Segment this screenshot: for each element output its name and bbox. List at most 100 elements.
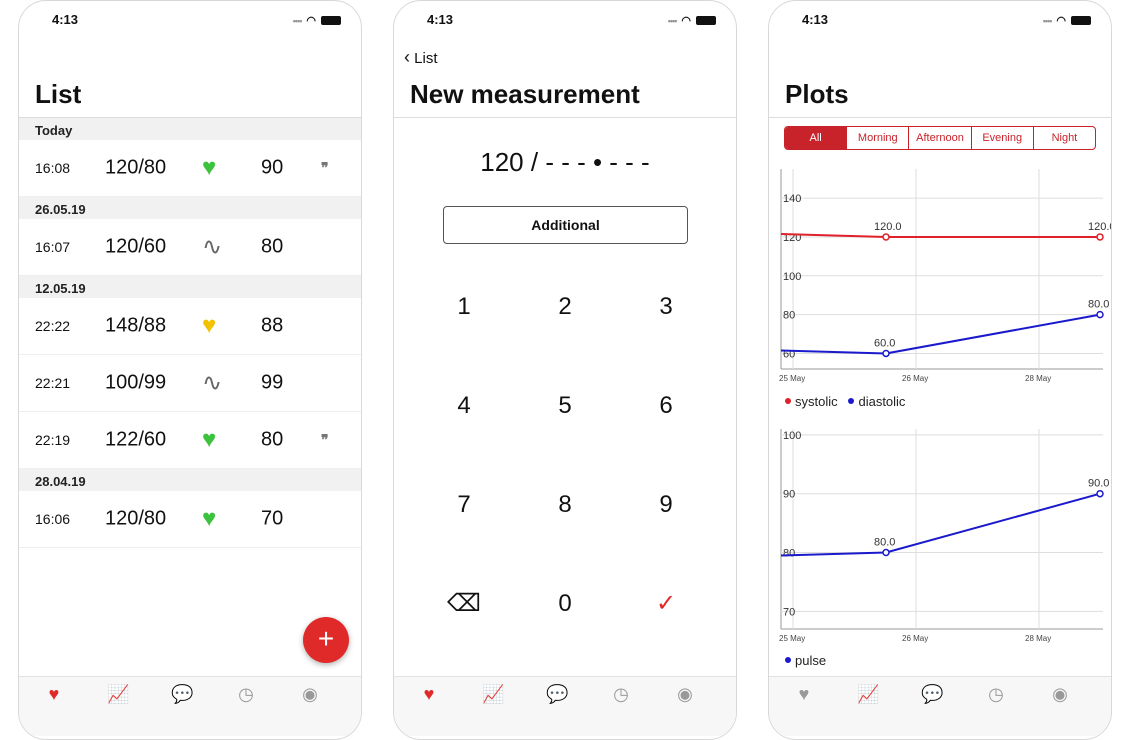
data-label: 120.0 — [1088, 221, 1112, 233]
pulse: 99 — [261, 371, 284, 394]
note-quote-icon: ❞ — [321, 159, 329, 176]
x-tick-label: 26 May — [902, 374, 928, 383]
x-tick-label: 28 May — [1025, 634, 1051, 643]
additional-button[interactable]: Additional — [443, 206, 688, 244]
segment-night[interactable]: Night — [1032, 127, 1095, 149]
diastolic-point — [1096, 310, 1104, 319]
legend-dot — [848, 398, 855, 404]
chevron-left-icon: ‹ — [404, 47, 410, 67]
new-measurement-screen: 4:13 •••• ◠ ‹ List New measurement 120 / -… — [393, 0, 737, 740]
clock: 4:13 — [802, 12, 829, 27]
systolic-point — [1096, 233, 1104, 241]
key-4[interactable]: 4 — [434, 386, 494, 426]
key-1[interactable]: 1 — [434, 287, 494, 327]
tab-plots-icon[interactable]: 📈 — [482, 684, 504, 704]
tab-profile-icon[interactable]: ◉ — [1049, 684, 1071, 704]
tab-history-icon[interactable]: ◷ — [235, 684, 257, 704]
tab-bar: ♥ 📈 💬 ◷ ◉ — [19, 676, 361, 736]
data-label: 80.0 — [874, 537, 895, 549]
segment-evening[interactable]: Evening — [970, 127, 1033, 149]
back-label: List — [414, 50, 438, 67]
section-header: 26.05.19 — [19, 197, 361, 219]
time: 16:06 — [35, 511, 71, 527]
heart-green-icon: ♥ — [202, 426, 217, 453]
segment-morning[interactable]: Morning — [846, 127, 908, 149]
section-header: Today — [19, 118, 361, 140]
tab-notes-icon[interactable]: 💬 — [171, 684, 193, 704]
tab-add-measurement-icon[interactable]: ♥ — [793, 684, 815, 704]
pulse: 80 — [261, 235, 284, 258]
list-item[interactable]: 22:19 122/60 ♥ 80 ❞ — [19, 412, 361, 469]
pulse: 88 — [261, 314, 284, 337]
list-item[interactable]: 22:22 148/88 ♥ 88 — [19, 298, 361, 355]
blood-pressure: 122/60 — [105, 428, 167, 451]
time: 22:22 — [35, 318, 71, 334]
key-8[interactable]: 8 — [535, 485, 595, 525]
tab-history-icon[interactable]: ◷ — [985, 684, 1007, 704]
tab-bar: ♥ 📈 💬 ◷ ◉ — [394, 676, 736, 736]
tab-add-measurement-icon[interactable]: ♥ — [43, 684, 65, 704]
y-tick-label: 90 — [783, 489, 795, 501]
backspace-key[interactable]: ⌫ — [434, 584, 494, 624]
x-tick-label: 25 May — [779, 374, 805, 383]
tab-plots-icon[interactable]: 📈 — [107, 684, 129, 704]
tab-profile-icon[interactable]: ◉ — [299, 684, 321, 704]
pulse-line — [780, 492, 1101, 557]
data-label: 80.0 — [1088, 299, 1109, 311]
list-screen: 4:13 •••• ◠ List Today 16:08 120/80 ♥ 90 ❞ 26.05… — [18, 0, 362, 740]
y-tick-label: 100 — [783, 430, 801, 442]
clock: 4:13 — [427, 12, 454, 27]
status-bar: 4:13 •••• ◠ — [394, 12, 736, 28]
page-title: List — [35, 79, 82, 109]
plots-screen: 4:13 •••• ◠ Plots All Morning Afternoon Ev… — [768, 0, 1112, 740]
time: 22:21 — [35, 375, 71, 391]
status-icons: •••• ◠ — [293, 14, 341, 27]
tab-profile-icon[interactable]: ◉ — [674, 684, 696, 704]
pulse: 90 — [261, 156, 284, 179]
section-header: 28.04.19 — [19, 469, 361, 491]
tab-notes-icon[interactable]: 💬 — [921, 684, 943, 704]
heart-green-icon: ♥ — [202, 154, 217, 181]
legend-pulse: pulse — [795, 653, 827, 668]
tab-plots-icon[interactable]: 📈 — [857, 684, 879, 704]
add-measurement-button[interactable]: + — [303, 617, 349, 663]
x-tick-label: 25 May — [779, 634, 805, 643]
page-title: New measurement — [410, 79, 640, 109]
segment-afternoon[interactable]: Afternoon — [908, 127, 970, 149]
list-item[interactable]: 16:08 120/80 ♥ 90 ❞ — [19, 140, 361, 197]
pulse-chart: 25 May 26 May 28 May 70 80 90 100 80.0 90.0 — [779, 429, 1109, 643]
blood-pressure: 120/80 — [105, 156, 167, 179]
tab-add-measurement-icon[interactable]: ♥ — [418, 684, 440, 704]
data-label: 90.0 — [1088, 478, 1109, 490]
back-button[interactable]: ‹ List — [404, 47, 438, 68]
key-9[interactable]: 9 — [636, 485, 696, 525]
diastolic-point — [882, 349, 890, 358]
segment-all[interactable]: All — [785, 127, 847, 149]
data-label: 120.0 — [874, 221, 902, 233]
tab-bar: ♥ 📈 💬 ◷ ◉ — [769, 676, 1111, 736]
diastolic-line — [780, 313, 1101, 355]
heart-yellow-icon: ♥ — [202, 312, 217, 339]
tab-history-icon[interactable]: ◷ — [610, 684, 632, 704]
time-of-day-segmented-control: All Morning Afternoon Evening Night — [784, 126, 1096, 150]
legend-systolic: systolic — [795, 394, 838, 409]
blood-pressure: 148/88 — [105, 314, 167, 337]
list-item[interactable]: 22:21 100/99 ∿ 99 — [19, 355, 361, 412]
y-tick-label: 140 — [783, 193, 801, 205]
blood-pressure: 120/80 — [105, 507, 167, 530]
list-item[interactable]: 16:07 120/60 ∿ 80 — [19, 219, 361, 276]
clock: 4:13 — [52, 12, 79, 27]
key-0[interactable]: 0 — [535, 584, 595, 624]
key-7[interactable]: 7 — [434, 485, 494, 525]
legend-dot — [785, 398, 791, 404]
legend-diastolic: diastolic — [858, 394, 906, 409]
blood-pressure: 100/99 — [105, 371, 167, 394]
key-6[interactable]: 6 — [636, 386, 696, 426]
key-2[interactable]: 2 — [535, 287, 595, 327]
confirm-key[interactable]: ✓ — [636, 584, 696, 624]
key-3[interactable]: 3 — [636, 287, 696, 327]
tab-notes-icon[interactable]: 💬 — [546, 684, 568, 704]
key-5[interactable]: 5 — [535, 386, 595, 426]
pulse-legend: pulse — [785, 653, 826, 668]
list-item[interactable]: 16:06 120/80 ♥ 70 — [19, 491, 361, 548]
